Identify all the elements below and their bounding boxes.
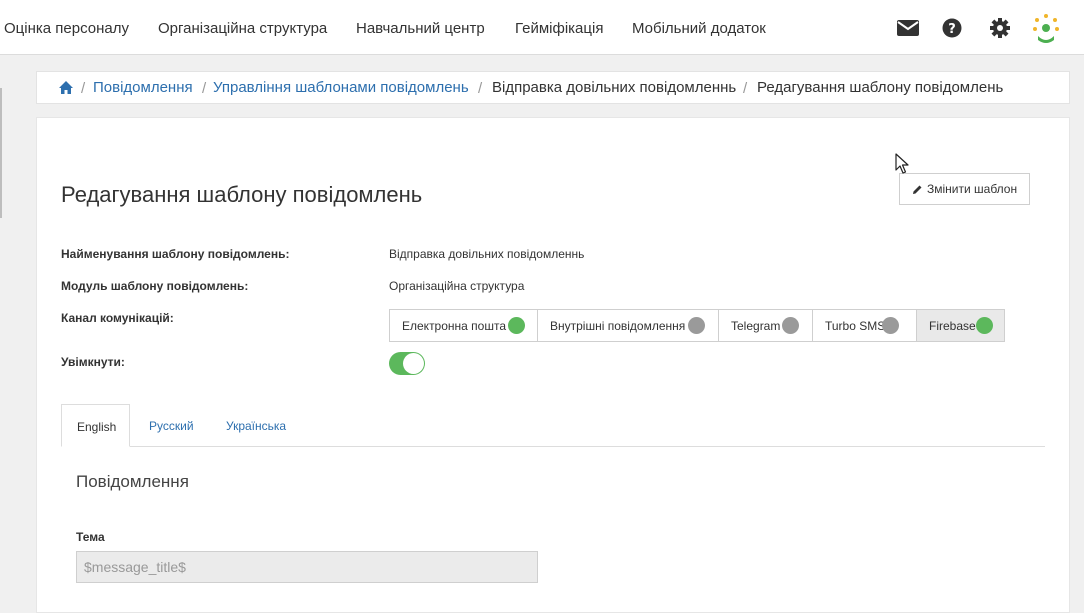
channel-firebase[interactable]: Firebase <box>917 310 1004 341</box>
channel-label: Канал комунікацій: <box>61 311 174 325</box>
status-dot-icon <box>882 317 899 334</box>
nav-item-org-structure[interactable]: Організаційна структура <box>158 20 327 37</box>
template-name-value: Відправка довільних повідомленнь <box>389 247 585 261</box>
page-title: Редагування шаблону повідомлень <box>61 182 423 207</box>
channel-turbo-sms-label: Turbo SMS <box>825 319 886 333</box>
channel-internal-label: Внутрішні повідомлення <box>550 319 686 333</box>
status-dot-icon <box>688 317 705 334</box>
tab-russian-label: Русский <box>149 419 194 433</box>
channel-firebase-label: Firebase <box>929 319 976 333</box>
status-dot-icon <box>508 317 525 334</box>
edit-template-label: Змінити шаблон <box>927 182 1018 196</box>
home-icon[interactable] <box>58 80 74 96</box>
channel-email[interactable]: Електронна пошта <box>390 310 538 341</box>
channel-telegram-label: Telegram <box>731 319 781 333</box>
channel-internal-messages[interactable]: Внутрішні повідомлення <box>538 310 719 341</box>
mouse-cursor-icon <box>895 153 909 175</box>
enabled-label: Увімкнути: <box>61 355 125 369</box>
message-section-title: Повідомлення <box>76 472 189 491</box>
tabs-divider <box>61 446 1045 447</box>
tab-english[interactable]: English <box>61 404 130 447</box>
template-module-value: Організаційна структура <box>389 279 525 293</box>
breadcrumb-arbitrary-messages: Відправка довільних повідомленнь <box>492 79 737 96</box>
status-dot-icon <box>976 317 993 334</box>
toggle-knob <box>403 353 424 374</box>
enabled-toggle[interactable] <box>389 352 425 375</box>
breadcrumb-template-management[interactable]: Управління шаблонами повідомлень <box>213 79 469 96</box>
template-module-label: Модуль шаблону повідомлень: <box>61 279 249 293</box>
nav-item-mobile-app[interactable]: Мобільний додаток <box>632 20 766 37</box>
pencil-icon <box>912 184 923 195</box>
envelope-icon[interactable] <box>897 16 921 40</box>
nav-item-training-center[interactable]: Навчальний центр <box>356 20 485 37</box>
subject-label: Тема <box>76 530 105 544</box>
template-name-label: Найменування шаблону повідомлень: <box>61 247 290 261</box>
breadcrumb-separator: / <box>478 80 483 97</box>
breadcrumb-separator: / <box>81 80 86 97</box>
channel-toggle-group: Електронна пошта Внутрішні повідомлення … <box>389 309 1005 342</box>
channel-turbo-sms[interactable]: Turbo SMS <box>813 310 917 341</box>
tab-russian[interactable]: Русский <box>136 404 206 447</box>
status-dot-icon <box>782 317 799 334</box>
gear-icon[interactable] <box>988 16 1012 40</box>
sidebar-edge <box>0 88 2 218</box>
question-icon[interactable]: ? <box>942 16 966 40</box>
tab-ukrainian-label: Українська <box>226 419 287 433</box>
tab-ukrainian[interactable]: Українська <box>214 404 304 447</box>
svg-text:?: ? <box>948 22 956 37</box>
breadcrumb-current-page: Редагування шаблону повідомлень <box>757 79 1004 96</box>
edit-template-button[interactable]: Змінити шаблон <box>899 173 1030 205</box>
top-navigation: Оцінка персоналу Організаційна структура… <box>0 0 1084 55</box>
breadcrumb-separator: / <box>743 80 748 97</box>
channel-telegram[interactable]: Telegram <box>719 310 813 341</box>
logo-icon[interactable] <box>1032 13 1060 45</box>
tab-english-label: English <box>77 420 117 434</box>
nav-item-staff-evaluation[interactable]: Оцінка персоналу <box>4 20 129 37</box>
breadcrumb-separator: / <box>202 80 207 97</box>
breadcrumb: / Повідомлення / Управління шаблонами по… <box>36 71 1070 104</box>
channel-email-label: Електронна пошта <box>402 319 507 333</box>
nav-item-gamification[interactable]: Геймiфiкацiя <box>515 20 603 37</box>
breadcrumb-messages[interactable]: Повідомлення <box>93 79 193 96</box>
subject-input[interactable] <box>76 551 538 583</box>
